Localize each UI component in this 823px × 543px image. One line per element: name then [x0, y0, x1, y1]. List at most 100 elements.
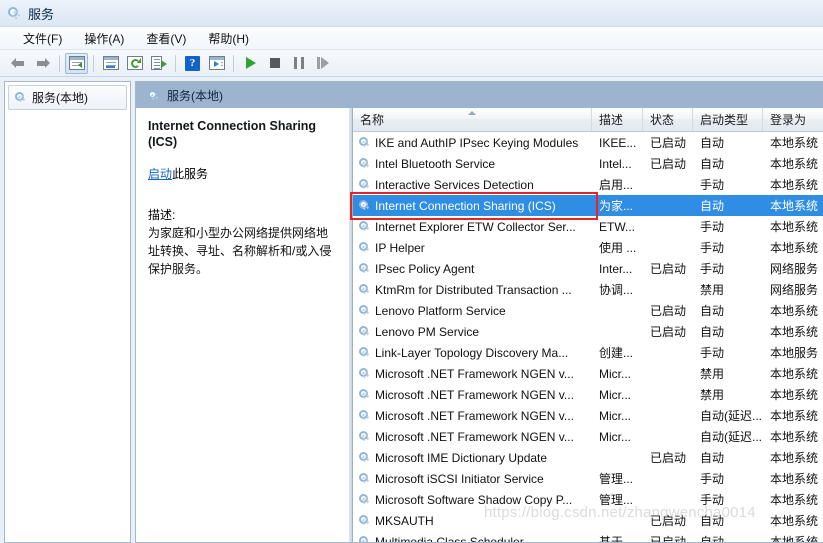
- table-row[interactable]: Microsoft Software Shadow Copy P... 管理...…: [353, 489, 823, 510]
- service-name-label: Microsoft .NET Framework NGEN v...: [375, 408, 574, 423]
- start-service-suffix: 此服务: [172, 167, 209, 181]
- cell-status: 已启动: [643, 323, 693, 340]
- cell-startup-type-label: 自动: [700, 535, 725, 542]
- cell-description: 为家...: [592, 197, 643, 214]
- tree-item-services-local[interactable]: 服务(本地): [8, 85, 127, 110]
- cell-logon-as: 网络服务: [763, 260, 823, 277]
- services-gear-icon: [358, 157, 371, 170]
- table-row[interactable]: Multimedia Class Scheduler 基于 已启动 自动 本地系统: [353, 531, 823, 542]
- column-header-description[interactable]: 描述: [592, 108, 643, 131]
- cell-status: 已启动: [643, 449, 693, 466]
- cell-logon-as-label: 网络服务: [770, 283, 819, 297]
- export-list-button[interactable]: [147, 53, 170, 74]
- cell-description: 创建...: [592, 344, 643, 361]
- forward-arrow-icon: [35, 57, 50, 70]
- table-row[interactable]: Lenovo Platform Service 已启动 自动 本地系统: [353, 300, 823, 321]
- cell-logon-as-label: 本地系统: [770, 325, 819, 339]
- cell-description-label: Micr...: [599, 408, 631, 423]
- table-row[interactable]: Microsoft .NET Framework NGEN v... Micr..…: [353, 426, 823, 447]
- forward-button[interactable]: [31, 53, 54, 74]
- results-split: Internet Connection Sharing (ICS) 启动此服务 …: [136, 108, 823, 542]
- services-gear-icon: [358, 199, 371, 212]
- table-row[interactable]: Internet Connection Sharing (ICS) 为家... 自动…: [353, 195, 823, 216]
- table-row[interactable]: Link-Layer Topology Discovery Ma... 创建...…: [353, 342, 823, 363]
- column-header-startup-type[interactable]: 启动类型: [693, 108, 763, 131]
- column-header-logon-as[interactable]: 登录为: [763, 108, 823, 131]
- service-name-label: Multimedia Class Scheduler: [375, 534, 524, 543]
- help-button[interactable]: ?: [181, 53, 204, 74]
- table-row[interactable]: Microsoft .NET Framework NGEN v... Micr..…: [353, 384, 823, 405]
- cell-startup-type: 自动(延迟...: [693, 428, 763, 445]
- refresh-button[interactable]: [123, 53, 146, 74]
- cell-startup-type-label: 手动: [700, 493, 725, 507]
- help-icon: ?: [185, 55, 200, 71]
- cell-logon-as: 本地系统: [763, 197, 823, 214]
- properties-button[interactable]: [99, 53, 122, 74]
- column-header-description-label: 描述: [599, 113, 624, 127]
- pane-header: 服务(本地): [136, 82, 823, 108]
- cell-logon-as: 本地系统: [763, 134, 823, 151]
- table-row[interactable]: Internet Explorer ETW Collector Ser... ET…: [353, 216, 823, 237]
- pause-service-icon: [293, 57, 304, 69]
- refresh-icon: [126, 56, 143, 70]
- column-header-status[interactable]: 状态: [643, 108, 693, 131]
- cell-logon-as-label: 本地系统: [770, 367, 819, 381]
- show-action-pane-button[interactable]: [205, 53, 228, 74]
- cell-startup-type-label: 手动: [700, 241, 725, 255]
- services-gear-icon: [358, 220, 371, 233]
- start-service-button[interactable]: [239, 53, 262, 74]
- start-service-link[interactable]: 启动: [148, 167, 172, 181]
- services-gear-icon: [358, 535, 371, 542]
- back-button[interactable]: [7, 53, 30, 74]
- cell-description: Inter...: [592, 262, 643, 276]
- cell-startup-type-label: 禁用: [700, 388, 725, 402]
- cell-logon-as-label: 本地系统: [770, 472, 819, 486]
- menu-help[interactable]: 帮助(H): [197, 28, 260, 49]
- stop-service-button[interactable]: [263, 53, 286, 74]
- services-gear-icon: [147, 89, 160, 102]
- table-row[interactable]: IKE and AuthIP IPsec Keying Modules IKEE.…: [353, 132, 823, 153]
- pause-service-button[interactable]: [287, 53, 310, 74]
- menu-action[interactable]: 操作(A): [73, 28, 135, 49]
- show-tree-button[interactable]: [65, 52, 88, 74]
- pane-header-tab: 服务(本地): [136, 82, 237, 108]
- cell-description: 管理...: [592, 491, 643, 508]
- services-window: 服务 文件(F) 操作(A) 查看(V) 帮助(H) ? 服务(本地) 服务(本…: [0, 0, 823, 543]
- table-row[interactable]: Microsoft IME Dictionary Update 已启动 自动 本地系统: [353, 447, 823, 468]
- table-row[interactable]: MKSAUTH 已启动 自动 本地系统: [353, 510, 823, 531]
- cell-status: 已启动: [643, 134, 693, 151]
- cell-description: IKEE...: [592, 136, 643, 150]
- cell-logon-as-label: 本地系统: [770, 514, 819, 528]
- cell-description-label: 管理...: [599, 472, 634, 486]
- cell-logon-as-label: 本地系统: [770, 535, 819, 542]
- table-row[interactable]: Microsoft iSCSI Initiator Service 管理... 手动…: [353, 468, 823, 489]
- menu-view[interactable]: 查看(V): [135, 28, 197, 49]
- column-header-name[interactable]: 名称: [353, 108, 592, 131]
- cell-logon-as: 本地系统: [763, 512, 823, 529]
- cell-startup-type: 手动: [693, 176, 763, 193]
- services-list: 名称 描述 状态 启动类型 登录为 IKE and AuthIP IPsec K…: [352, 108, 823, 542]
- table-row[interactable]: IPsec Policy Agent Inter... 已启动 手动 网络服务: [353, 258, 823, 279]
- menu-file[interactable]: 文件(F): [12, 28, 73, 49]
- table-row[interactable]: Microsoft .NET Framework NGEN v... Micr..…: [353, 405, 823, 426]
- service-name-label: Link-Layer Topology Discovery Ma...: [375, 345, 569, 360]
- restart-service-button[interactable]: [311, 53, 334, 74]
- cell-status: 已启动: [643, 302, 693, 319]
- cell-logon-as: 本地系统: [763, 533, 823, 542]
- cell-logon-as: 本地系统: [763, 449, 823, 466]
- table-row[interactable]: KtmRm for Distributed Transaction ... 协调.…: [353, 279, 823, 300]
- cell-logon-as: 本地系统: [763, 176, 823, 193]
- table-row[interactable]: Interactive Services Detection 启用... 手动 本地系…: [353, 174, 823, 195]
- cell-startup-type: 自动: [693, 323, 763, 340]
- cell-service-name: KtmRm for Distributed Transaction ...: [353, 283, 592, 297]
- cell-logon-as: 本地系统: [763, 218, 823, 235]
- detail-service-name: Internet Connection Sharing (ICS): [148, 119, 317, 149]
- table-row[interactable]: Lenovo PM Service 已启动 自动 本地系统: [353, 321, 823, 342]
- table-row[interactable]: IP Helper 使用 ... 手动 本地系统: [353, 237, 823, 258]
- cell-service-name: Lenovo Platform Service: [353, 304, 592, 318]
- table-row[interactable]: Intel Bluetooth Service Intel... 已启动 自动 本地系统: [353, 153, 823, 174]
- pane-header-title: 服务(本地): [167, 88, 223, 103]
- window-body: 服务(本地) 服务(本地) Internet Connection Sharin…: [0, 77, 823, 543]
- cell-startup-type-label: 自动(延迟...: [700, 409, 762, 423]
- table-row[interactable]: Microsoft .NET Framework NGEN v... Micr..…: [353, 363, 823, 384]
